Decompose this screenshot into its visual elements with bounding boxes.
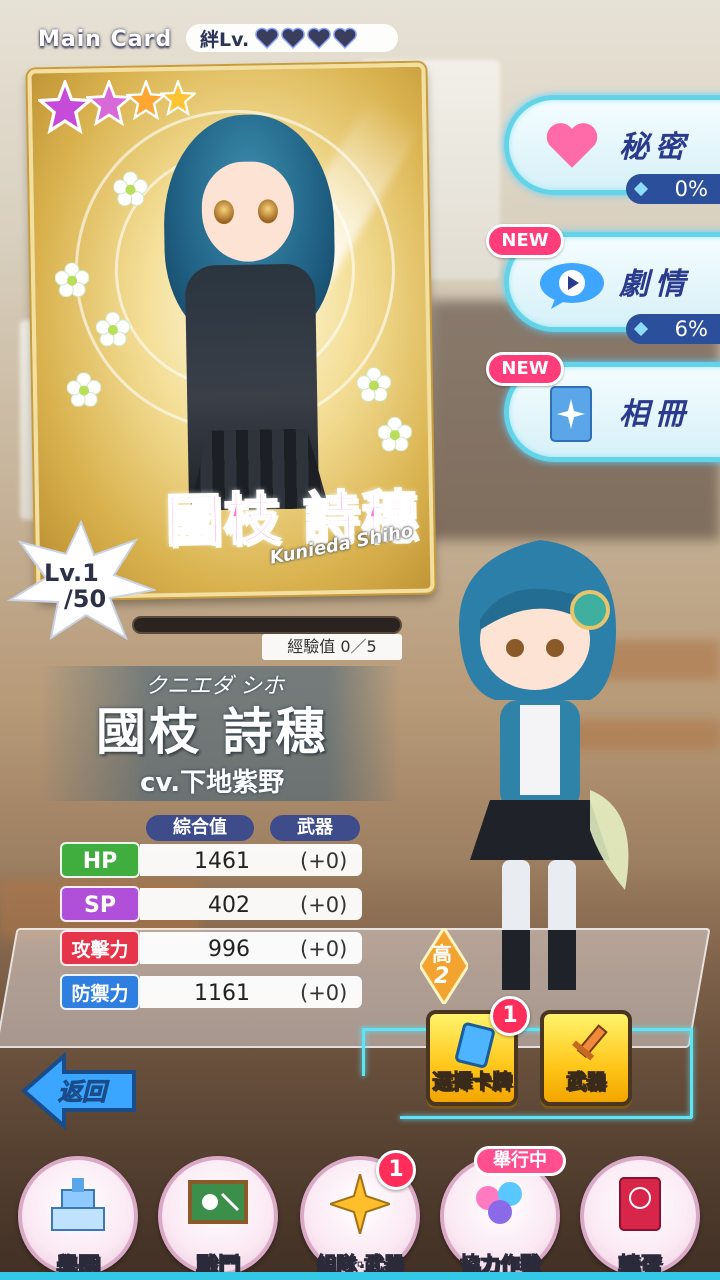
exp-label: 經驗值 0／5 <box>262 634 402 660</box>
rarity-stars <box>38 80 196 134</box>
heart-icon <box>307 27 332 50</box>
voice-actor: cv.下地紫野 <box>140 768 285 798</box>
weapon-label: 武器 <box>566 1069 607 1094</box>
story-percent: 6% <box>626 314 720 344</box>
stat-header-weapon: 武器 <box>270 815 360 841</box>
bottom-strip <box>0 1272 720 1280</box>
bond-hearts <box>255 27 359 50</box>
stat-label: 攻擊力 <box>60 930 140 966</box>
nav-team-badge: 1 <box>376 1150 416 1190</box>
sword-icon <box>571 1024 608 1061</box>
secret-percent: 0% <box>626 174 720 204</box>
main-card-art[interactable]: 國枝 詩穗 Kunieda Shiho <box>27 62 435 600</box>
weapon-button[interactable]: 武器 <box>540 1010 632 1106</box>
school-icon <box>51 1178 105 1231</box>
coop-event-tag: 舉行中 <box>474 1146 566 1176</box>
heart-icon <box>333 27 358 50</box>
card-level-label: Lv.1 <box>44 559 99 587</box>
star-icon <box>160 80 196 116</box>
heart-icon <box>281 27 306 50</box>
stat-row-sp: SP 402 (+0) <box>60 886 362 922</box>
card-icon <box>455 1022 495 1068</box>
stat-label: 防禦力 <box>60 974 140 1010</box>
back-label: 返回 <box>58 1078 107 1107</box>
character-name: 國枝 詩穗 <box>96 703 329 761</box>
nav-battle[interactable]: 戰鬥 <box>154 1156 282 1280</box>
secret-label: 秘密 <box>619 130 691 165</box>
stat-value: 402 <box>208 893 250 918</box>
play-bubble-icon <box>540 263 604 309</box>
bond-level-bar: 絆Lv. <box>186 24 398 52</box>
heart-icon <box>255 27 280 50</box>
stat-row-hp: HP 1461 (+0) <box>60 842 362 878</box>
stat-value: 1161 <box>194 981 250 1006</box>
story-label: 劇情 <box>619 267 691 302</box>
back-button[interactable]: 返回 <box>20 1052 138 1130</box>
stat-label: SP <box>60 886 140 922</box>
stat-value: 1461 <box>194 849 250 874</box>
chibi-character <box>459 540 629 990</box>
main-card-label: Main Card <box>38 27 173 52</box>
coop-balloon-icon <box>476 1182 522 1224</box>
nav-gacha[interactable]: 轉蛋 <box>576 1156 704 1280</box>
stat-row-attack: 攻擊力 996 (+0) <box>60 930 362 966</box>
stat-value: 996 <box>208 937 250 962</box>
stat-bonus: (+0) <box>300 893 348 917</box>
star-icon <box>38 80 92 134</box>
card-level: Lv.1 /50 <box>44 560 106 612</box>
stat-bonus: (+0) <box>300 981 348 1005</box>
stat-label: HP <box>60 842 140 878</box>
nav-school[interactable]: 學園 <box>14 1156 142 1280</box>
album-new-tag: NEW <box>486 352 564 386</box>
battle-board-icon <box>188 1180 248 1224</box>
select-card-label: 選擇卡牌 <box>432 1069 513 1094</box>
gacha-ticket-icon <box>619 1177 661 1231</box>
story-new-tag: NEW <box>486 224 564 258</box>
stat-bonus: (+0) <box>300 849 348 873</box>
album-label: 相冊 <box>619 397 691 432</box>
exp-progress-bar <box>132 616 402 634</box>
stat-header-total: 綜合值 <box>146 815 254 841</box>
bond-level-label: 絆Lv. <box>200 28 250 51</box>
select-card-badge: 1 <box>490 996 530 1036</box>
heart-icon <box>546 123 598 168</box>
card-level-max: /50 <box>64 585 107 613</box>
stat-bonus: (+0) <box>300 937 348 961</box>
album-book-icon <box>550 386 592 442</box>
stat-row-defense: 防禦力 1161 (+0) <box>60 974 362 1010</box>
